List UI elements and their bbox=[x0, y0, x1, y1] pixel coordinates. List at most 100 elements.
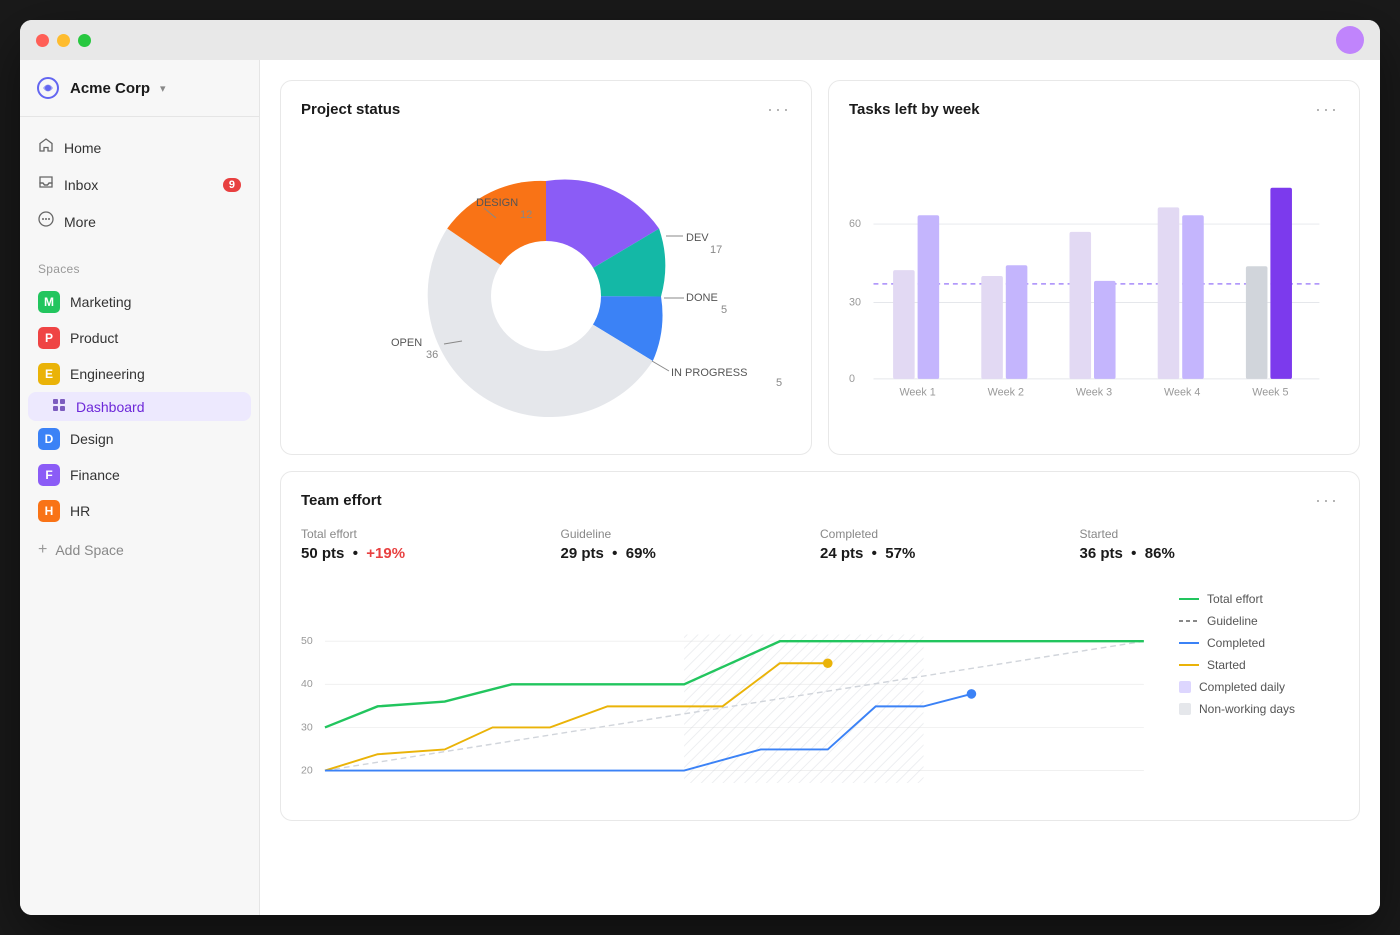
y-20: 20 bbox=[301, 764, 313, 776]
sidebar-item-design[interactable]: D Design bbox=[28, 421, 251, 457]
y-30: 30 bbox=[301, 721, 313, 733]
more-icon bbox=[38, 211, 54, 232]
legend-total-effort-line bbox=[1179, 598, 1199, 600]
main-window: Acme Corp ▾ Home bbox=[20, 20, 1380, 915]
legend-completed-line bbox=[1179, 642, 1199, 644]
charts-row: Project status ··· bbox=[280, 80, 1360, 455]
completed-dot bbox=[967, 689, 977, 699]
project-status-card: Project status ··· bbox=[280, 80, 812, 455]
y-40: 40 bbox=[301, 678, 313, 690]
design-avatar: D bbox=[38, 428, 60, 450]
sidebar-header[interactable]: Acme Corp ▾ bbox=[20, 60, 259, 117]
inprogress-value: 5 bbox=[776, 377, 782, 389]
add-space-label: Add Space bbox=[55, 542, 124, 558]
design-label: DESIGN bbox=[476, 197, 518, 209]
y-label-0: 0 bbox=[849, 373, 855, 385]
engineering-label: Engineering bbox=[70, 366, 145, 382]
metric-total-pts: 50 pts bbox=[301, 545, 344, 562]
tasks-header: Tasks left by week ··· bbox=[849, 99, 1339, 120]
sidebar-item-product[interactable]: P Product bbox=[28, 320, 251, 356]
week3-bar2 bbox=[1094, 281, 1116, 379]
main-layout: Acme Corp ▾ Home bbox=[20, 60, 1380, 915]
sidebar-item-more[interactable]: More bbox=[28, 203, 251, 240]
legend-started-label: Started bbox=[1207, 658, 1246, 672]
legend-guideline-label: Guideline bbox=[1207, 614, 1258, 628]
product-avatar: P bbox=[38, 327, 60, 349]
design-value: 12 bbox=[520, 209, 532, 221]
legend-nonworking: Non-working days bbox=[1179, 702, 1339, 716]
inbox-label: Inbox bbox=[64, 177, 98, 193]
line-chart-container: 20 30 40 50 bbox=[301, 582, 1163, 802]
week4-bar1 bbox=[1158, 207, 1180, 379]
project-status-title: Project status bbox=[301, 101, 400, 118]
main-content: Project status ··· bbox=[260, 60, 1380, 915]
week2-label: Week 2 bbox=[988, 387, 1024, 399]
user-avatar[interactable] bbox=[1336, 26, 1364, 54]
week2-bar2 bbox=[1006, 265, 1028, 379]
week2-bar1 bbox=[981, 276, 1003, 379]
home-label: Home bbox=[64, 140, 101, 156]
pie-chart-container: DEV 17 DONE 5 IN PROGRESS 5 OPEN 36 bbox=[301, 136, 791, 436]
week5-bar1 bbox=[1246, 266, 1268, 379]
metric-completed: Completed 24 pts • 57% bbox=[820, 527, 1080, 562]
legend-started-line bbox=[1179, 664, 1199, 666]
team-effort-more[interactable]: ··· bbox=[1315, 490, 1339, 511]
legend-completed-daily-label: Completed daily bbox=[1199, 680, 1285, 694]
product-label: Product bbox=[70, 330, 118, 346]
minimize-button[interactable] bbox=[57, 34, 70, 47]
sidebar-nav: Home Inbox 9 bbox=[20, 117, 259, 252]
legend-guideline: Guideline bbox=[1179, 614, 1339, 628]
metric-total-change: +19% bbox=[366, 545, 405, 562]
metric-total-label: Total effort bbox=[301, 527, 541, 541]
dashboard-label: Dashboard bbox=[76, 399, 145, 415]
dev-value: 17 bbox=[710, 244, 722, 256]
marketing-avatar: M bbox=[38, 291, 60, 313]
add-space-button[interactable]: + Add Space bbox=[20, 533, 259, 567]
tasks-title: Tasks left by week bbox=[849, 101, 980, 118]
legend-started: Started bbox=[1179, 658, 1339, 672]
tasks-more[interactable]: ··· bbox=[1315, 99, 1339, 120]
legend-guideline-dash bbox=[1179, 620, 1199, 622]
legend-nonworking-box bbox=[1179, 703, 1191, 715]
metric-completed-value: 24 pts • 57% bbox=[820, 545, 1060, 562]
sidebar-item-engineering[interactable]: E Engineering bbox=[28, 356, 251, 392]
spaces-label: Spaces bbox=[38, 262, 80, 276]
sidebar-item-dashboard[interactable]: Dashboard bbox=[28, 392, 251, 421]
sidebar-item-inbox[interactable]: Inbox 9 bbox=[28, 166, 251, 203]
sidebar-item-marketing[interactable]: M Marketing bbox=[28, 284, 251, 320]
sidebar: Acme Corp ▾ Home bbox=[20, 60, 260, 915]
metric-started: Started 36 pts • 86% bbox=[1080, 527, 1340, 562]
dashboard-icon bbox=[52, 398, 66, 415]
sidebar-item-finance[interactable]: F Finance bbox=[28, 457, 251, 493]
bar-chart: 0 30 60 bbox=[849, 136, 1339, 416]
sidebar-item-hr[interactable]: H HR bbox=[28, 493, 251, 529]
dev-label: DEV bbox=[686, 232, 709, 244]
chart-legend: Total effort Guideline Completed St bbox=[1179, 582, 1339, 802]
week1-label: Week 1 bbox=[899, 387, 935, 399]
week5-label: Week 5 bbox=[1252, 387, 1288, 399]
spaces-section: Spaces bbox=[20, 252, 259, 284]
company-name: Acme Corp bbox=[70, 80, 150, 97]
done-value: 5 bbox=[721, 304, 727, 316]
project-status-more[interactable]: ··· bbox=[767, 99, 791, 120]
y-label-30: 30 bbox=[849, 296, 861, 308]
legend-completed-label: Completed bbox=[1207, 636, 1265, 650]
week5-bar2 bbox=[1270, 188, 1292, 379]
project-status-header: Project status ··· bbox=[301, 99, 791, 120]
pie-chart: DEV 17 DONE 5 IN PROGRESS 5 OPEN 36 bbox=[356, 146, 736, 426]
finance-avatar: F bbox=[38, 464, 60, 486]
home-icon bbox=[38, 137, 54, 158]
y-label-60: 60 bbox=[849, 218, 861, 230]
metric-total-value: 50 pts • +19% bbox=[301, 545, 541, 562]
sidebar-item-home[interactable]: Home bbox=[28, 129, 251, 166]
spaces-list: M Marketing P Product E Engineering bbox=[20, 284, 259, 529]
hr-avatar: H bbox=[38, 500, 60, 522]
week4-label: Week 4 bbox=[1164, 387, 1200, 399]
metric-started-label: Started bbox=[1080, 527, 1320, 541]
legend-total-effort: Total effort bbox=[1179, 592, 1339, 606]
inprogress-label: IN PROGRESS bbox=[671, 367, 747, 379]
team-effort-card: Team effort ··· Total effort 50 pts • +1… bbox=[280, 471, 1360, 821]
bar-chart-container: 0 30 60 bbox=[849, 136, 1339, 436]
close-button[interactable] bbox=[36, 34, 49, 47]
maximize-button[interactable] bbox=[78, 34, 91, 47]
